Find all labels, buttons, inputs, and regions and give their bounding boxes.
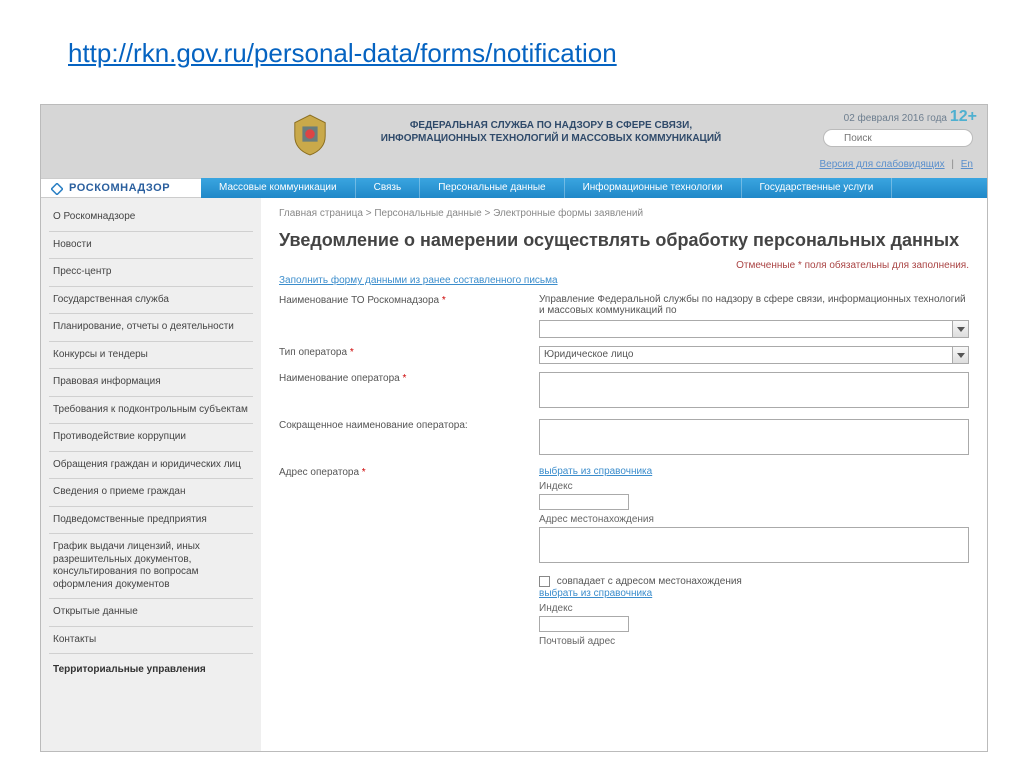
post-addr-label: Почтовый адрес [539,636,969,647]
loc-addr-label: Адрес местонахождения [539,514,969,525]
addr-label: Адрес оператора * [279,466,539,648]
required-note: Отмеченные * поля обязательны для заполн… [279,260,969,271]
sidebar-item-news[interactable]: Новости [49,232,253,260]
chevron-down-icon [952,321,968,337]
logo-text: РОСКОМНАДЗОР [69,182,170,194]
index-label-2: Индекс [539,603,969,614]
sidebar-item-reception[interactable]: Сведения о приеме граждан [49,479,253,507]
sidebar-item-subordinate[interactable]: Подведомственные предприятия [49,507,253,535]
index-input[interactable] [539,494,629,510]
sidebar-item-press[interactable]: Пресс-центр [49,259,253,287]
nav-item-mass-comm[interactable]: Массовые коммуникации [201,178,356,198]
sidebar-item-about[interactable]: О Роскомнадзоре [49,204,253,232]
main-nav: Массовые коммуникации Связь Персональные… [201,178,987,198]
site-header: ФЕДЕРАЛЬНАЯ СЛУЖБА ПО НАДЗОРУ В СФЕРЕ СВ… [41,105,987,178]
age-rating: 12+ [950,108,977,126]
addr-lookup-link-2[interactable]: выбрать из справочника [539,588,652,599]
prefill-link[interactable]: Заполнить форму данными из ранее составл… [279,275,558,286]
emblem-icon [291,113,329,157]
browser-window: ФЕДЕРАЛЬНАЯ СЛУЖБА ПО НАДЗОРУ В СФЕРЕ СВ… [40,104,988,752]
index-input-2[interactable] [539,616,629,632]
sidebar-item-gov-service[interactable]: Государственная служба [49,287,253,315]
header-links: Версия для слабовидящих | En [820,159,974,170]
breadcrumb: Главная страница > Персональные данные >… [279,208,969,219]
short-name-label: Сокращенное наименование оператора: [279,419,539,458]
slide-url[interactable]: http://rkn.gov.ru/personal-data/forms/no… [68,38,617,69]
nav-item-personal-data[interactable]: Персональные данные [420,178,564,198]
sidebar-item-contacts[interactable]: Контакты [49,627,253,655]
sidebar-item-opendata[interactable]: Открытые данные [49,599,253,627]
sidebar-item-tenders[interactable]: Конкурсы и тендеры [49,342,253,370]
sidebar-section-header: Территориальные управления [49,654,253,679]
index-label: Индекс [539,481,969,492]
org-label: Наименование ТО Роскомнадзора * [279,294,539,338]
sidebar-item-legal[interactable]: Правовая информация [49,369,253,397]
same-addr-checkbox[interactable] [539,576,550,587]
sidebar-item-schedule[interactable]: График выдачи лицензий, иных разрешитель… [49,534,253,599]
nav-item-gov-services[interactable]: Государственные услуги [742,178,893,198]
loc-addr-input[interactable] [539,527,969,563]
sidebar-item-anticorruption[interactable]: Противодействие коррупции [49,424,253,452]
nav-item-connection[interactable]: Связь [356,178,421,198]
addr-lookup-link[interactable]: выбрать из справочника [539,466,652,477]
sidebar-item-appeals[interactable]: Обращения граждан и юридических лиц [49,452,253,480]
type-select[interactable]: Юридическое лицо [539,346,969,364]
lang-link[interactable]: En [961,159,973,170]
type-label: Тип оператора * [279,346,539,364]
name-input[interactable] [539,372,969,408]
org-select[interactable] [539,320,969,338]
sidebar-item-planning[interactable]: Планирование, отчеты о деятельности [49,314,253,342]
short-name-input[interactable] [539,419,969,455]
name-label: Наименование оператора * [279,372,539,411]
accessibility-link[interactable]: Версия для слабовидящих [820,159,945,170]
sidebar-item-requirements[interactable]: Требования к подконтрольным субъектам [49,397,253,425]
chevron-down-icon [952,347,968,363]
current-date: 02 февраля 2016 года [844,113,947,124]
nav-item-info-tech[interactable]: Информационные технологии [565,178,742,198]
main-content: Главная страница > Персональные данные >… [261,198,987,751]
sidebar: О Роскомнадзоре Новости Пресс-центр Госу… [41,198,261,751]
org-description: Управление Федеральной службы по надзору… [539,294,969,316]
logo-diamond-icon [51,182,63,194]
federal-title: ФЕДЕРАЛЬНАЯ СЛУЖБА ПО НАДЗОРУ В СФЕРЕ СВ… [341,119,761,145]
search-input[interactable] [823,129,973,147]
same-addr-label: совпадает с адресом местонахождения [557,577,742,588]
page-title: Уведомление о намерении осуществлять обр… [279,229,969,252]
